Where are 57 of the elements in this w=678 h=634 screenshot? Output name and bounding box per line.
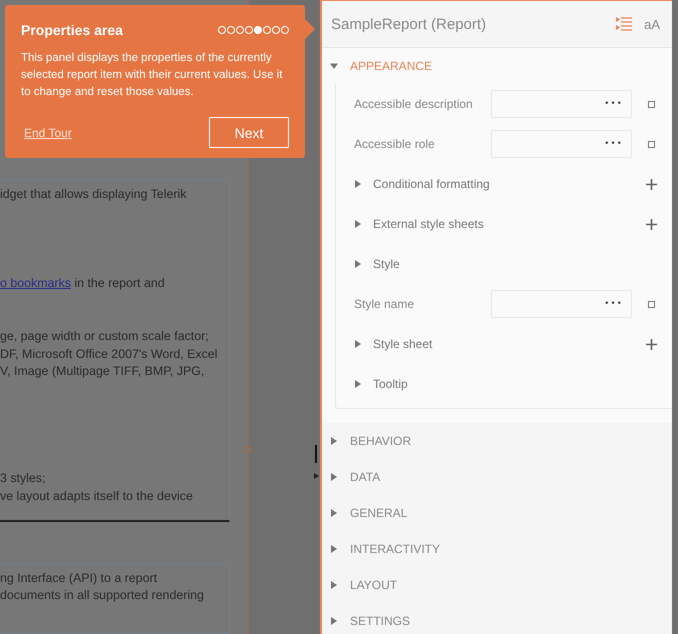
expand-arrow-icon[interactable] (354, 220, 362, 228)
expand-arrow-icon[interactable] (330, 617, 338, 625)
expand-arrow-icon[interactable] (354, 260, 362, 268)
expand-arrow-icon[interactable] (330, 62, 338, 70)
report-text: ve layout adapts itself to the device (0, 488, 193, 503)
collapse-arrow-icon[interactable] (314, 473, 319, 479)
tooltip-title: Properties area (21, 22, 123, 38)
category-header[interactable]: BEHAVIOR (322, 423, 672, 459)
expand-arrow-icon[interactable] (354, 180, 362, 188)
add-icon[interactable] (646, 218, 657, 230)
property-group-label[interactable]: Tooltip (373, 377, 658, 391)
reset-button[interactable] (648, 140, 655, 148)
property-group-label[interactable]: External style sheets (373, 217, 646, 231)
property-field[interactable]: ••• (491, 290, 632, 318)
property-label: Style name (354, 297, 416, 311)
expand-arrow-icon[interactable] (330, 437, 338, 445)
more-button[interactable]: ••• (604, 299, 623, 309)
panel-title: SampleReport (Report) (331, 16, 488, 32)
report-text: documents in all supported rendering (0, 588, 204, 602)
add-icon[interactable] (646, 338, 657, 350)
font-size-toggle[interactable]: aA (640, 16, 664, 32)
expand-arrow-icon[interactable] (330, 509, 338, 517)
more-button[interactable]: ••• (604, 99, 623, 109)
property-group-label[interactable]: Conditional formatting (373, 177, 646, 191)
property-group-label[interactable]: Style sheet (373, 337, 646, 351)
end-tour-link[interactable]: End Tour (24, 126, 72, 140)
property-label: Accessible role (354, 137, 436, 151)
reset-button[interactable] (648, 100, 655, 108)
add-icon[interactable] (646, 178, 657, 190)
expand-arrow-icon[interactable] (354, 340, 362, 348)
property-label: Accessible description (354, 97, 474, 111)
resize-handle[interactable] (244, 446, 252, 454)
expand-arrow-icon[interactable] (330, 473, 338, 481)
report-text: ge, page width or custom scale factor; (0, 328, 209, 343)
category-header[interactable]: DATA (322, 459, 672, 495)
report-text: 3 styles; (0, 471, 46, 486)
report-link[interactable]: o bookmarks (0, 276, 71, 290)
expand-arrow-icon[interactable] (354, 380, 362, 388)
more-button[interactable]: ••• (604, 139, 623, 149)
category-header[interactable]: LAYOUT (322, 567, 672, 603)
next-button[interactable]: Next (209, 117, 289, 148)
tooltip-text: This panel displays the properties of the currently selected report item with their current values. Use it to change and reset those values. (21, 51, 284, 100)
report-text: in the report and (73, 276, 165, 290)
property-field[interactable]: ••• (491, 130, 632, 158)
category-header[interactable]: INTERACTIVITY (322, 531, 672, 567)
categorized-list-icon[interactable] (616, 17, 632, 31)
report-text: V, Image (Multipage TIFF, BMP, JPG, (0, 364, 204, 378)
property-field[interactable]: ••• (491, 90, 632, 118)
expand-arrow-icon[interactable] (330, 581, 338, 589)
report-text: idget that allows displaying Telerik (0, 187, 186, 201)
report-text: ng Interface (API) to a report (0, 570, 158, 585)
report-text: DF, Microsoft Office 2007's Word, Excel (0, 346, 218, 361)
expand-arrow-icon[interactable] (330, 545, 338, 553)
property-group-label[interactable]: Style (373, 257, 658, 271)
reset-button[interactable] (648, 300, 655, 308)
category-header[interactable]: GENERAL (322, 495, 672, 531)
category-header[interactable]: SETTINGS (322, 603, 672, 634)
